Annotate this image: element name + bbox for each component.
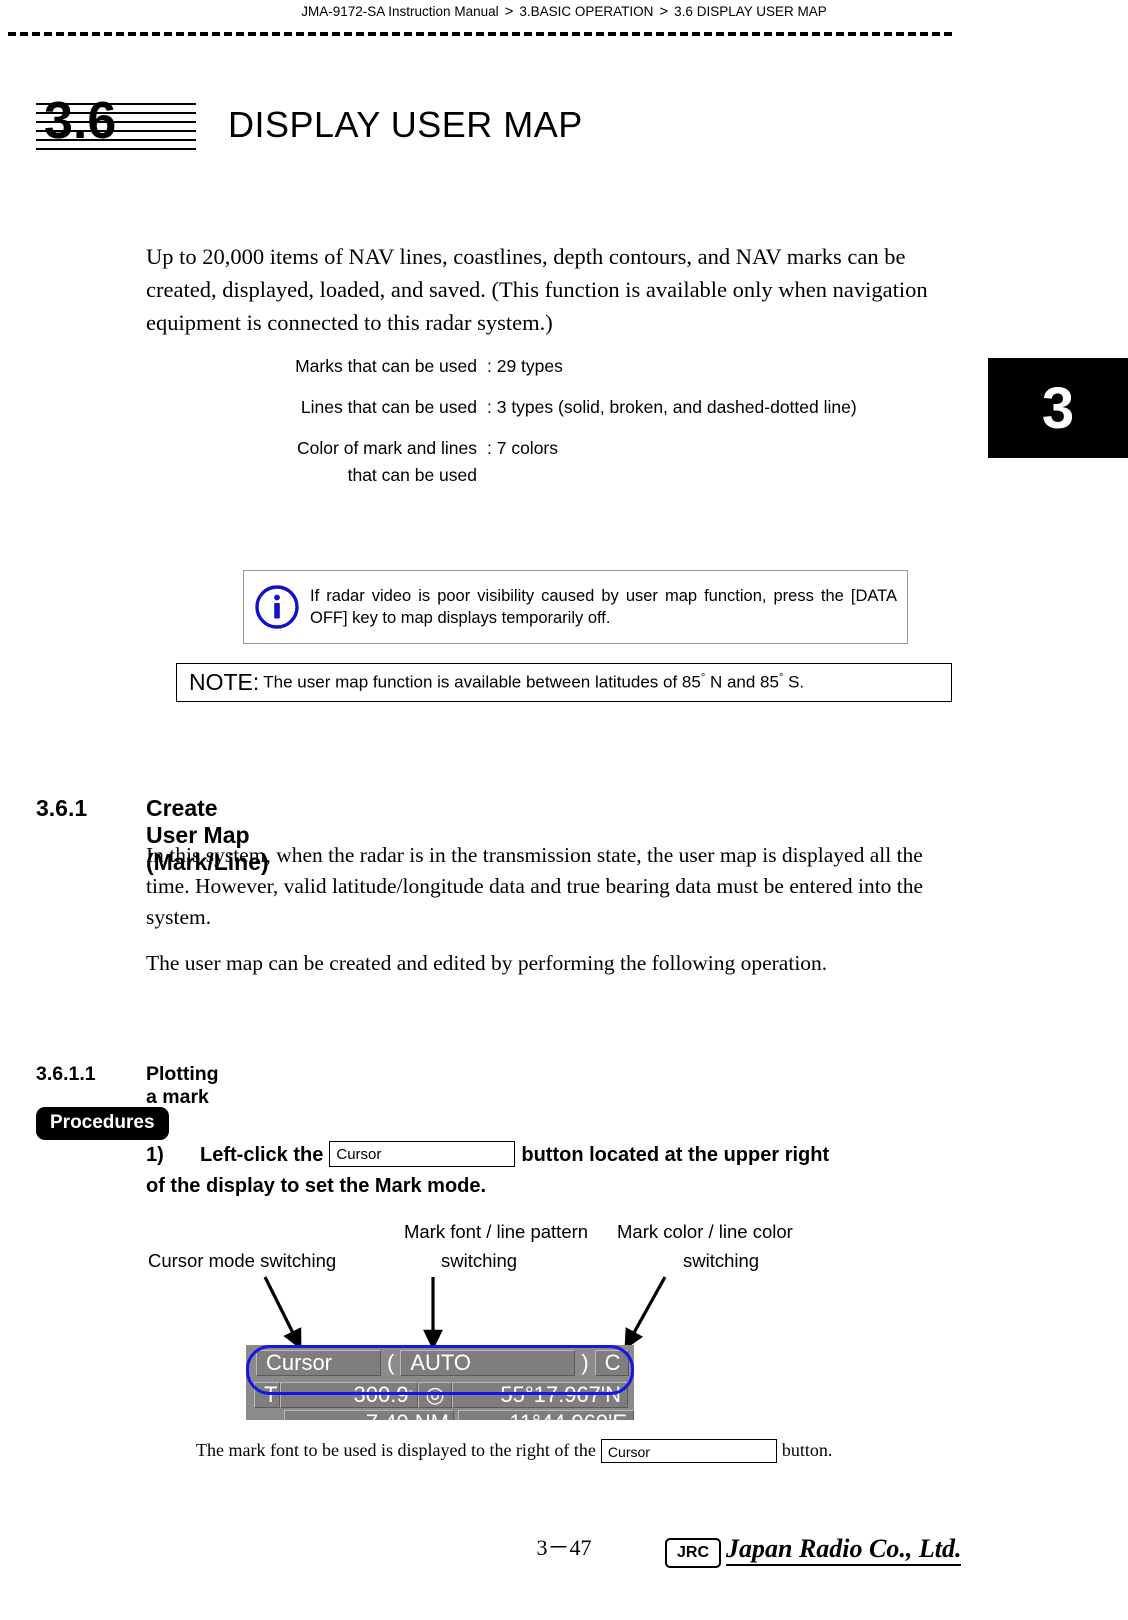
radar-mark-color-button[interactable]: C — [594, 1350, 629, 1376]
caption-text-before: The mark font to be used is displayed to… — [196, 1440, 596, 1461]
degree-symbol-icon: ° — [408, 1389, 413, 1401]
company-name-text: Japan Radio Co., Ltd. — [726, 1534, 962, 1566]
manual-page: JMA-9172-SA Instruction Manual > 3.BASIC… — [0, 0, 1128, 1620]
figure-caption: The mark font to be used is displayed to… — [196, 1439, 986, 1464]
radar-mark-font-button[interactable]: AUTO — [400, 1350, 576, 1376]
radar-row-cursor: Cursor ( AUTO ) C — [246, 1348, 634, 1378]
company-name: Japan Radio Co., Ltd. — [726, 1534, 962, 1566]
cursor-button-caption[interactable]: Cursor — [600, 1439, 777, 1463]
radar-bearing-value: 300.9 ° — [280, 1382, 418, 1408]
radar-row-range: 7.40 NM 11°44.969'E — [246, 1410, 634, 1420]
radar-close-paren: ) — [581, 1350, 589, 1375]
radar-bearing-mode[interactable]: T — [254, 1382, 280, 1408]
radar-open-paren: ( — [387, 1350, 395, 1375]
caption-text-after: button. — [781, 1440, 833, 1461]
radar-target-symbol-icon: ◎ — [418, 1382, 452, 1408]
radar-longitude-value: 11°44.969'E — [458, 1410, 634, 1420]
jrc-logo-icon: JRC — [665, 1538, 721, 1568]
radar-range-value: 7.40 NM — [284, 1410, 454, 1420]
radar-bearing-number: 300.9 — [353, 1382, 409, 1407]
radar-latitude-value: 55°17.967'N — [452, 1382, 628, 1408]
radar-display-panel: Cursor ( AUTO ) C T 300.9 ° ◎ 55°17.967'N… — [246, 1345, 634, 1420]
radar-row-bearing: T 300.9 ° ◎ 55°17.967'N — [246, 1380, 634, 1410]
radar-cursor-mode-button[interactable]: Cursor — [256, 1350, 381, 1376]
